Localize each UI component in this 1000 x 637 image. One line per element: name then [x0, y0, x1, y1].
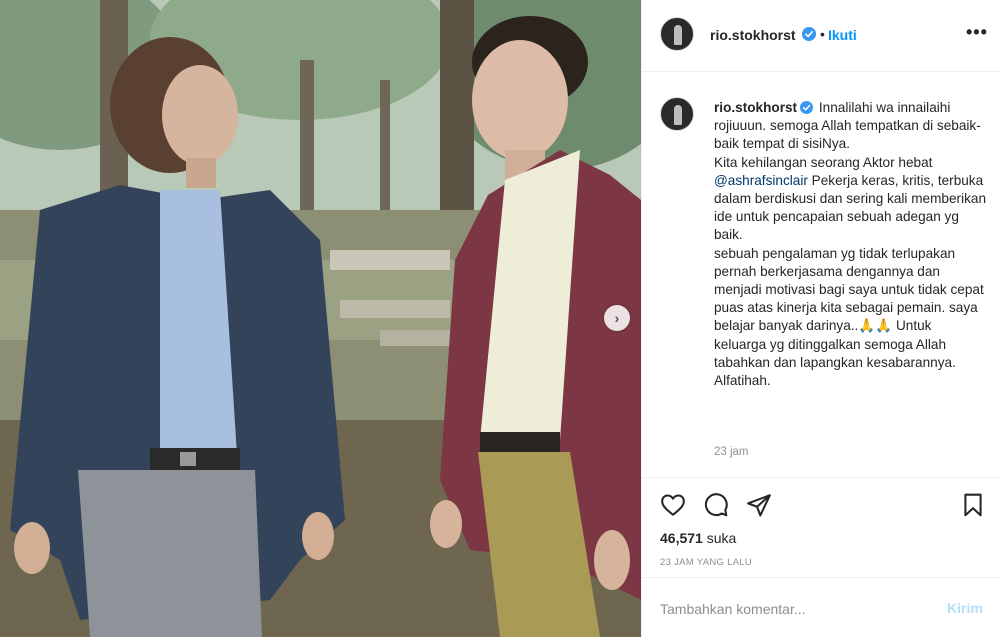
caption-line: Alfatihah. [714, 373, 771, 389]
next-photo-button[interactable]: › [604, 305, 630, 331]
post-sidebar: rio.stokhorst • Ikuti ••• rio.stokhorst … [641, 0, 1000, 637]
comment-icon[interactable] [703, 492, 729, 518]
likes-number: 46,571 [660, 530, 703, 546]
comment-input[interactable] [660, 599, 930, 619]
verified-badge-icon [800, 101, 814, 114]
caption-line: sebuah pengalaman yg tidak terlupakan pe… [714, 245, 984, 370]
post-header: rio.stokhorst • Ikuti ••• [642, 0, 1000, 72]
photo-illustration [0, 0, 641, 637]
post-timestamp[interactable]: 23 JAM YANG LALU [660, 557, 752, 568]
paper-plane-icon[interactable] [746, 492, 772, 518]
caption-text: rio.stokhorst Innalilahi wa innailaihi r… [714, 99, 986, 390]
ellipsis-icon[interactable]: ••• [966, 22, 988, 43]
action-bar: 46,571 suka 23 JAM YANG LALU [642, 478, 1000, 578]
avatar[interactable] [660, 17, 694, 51]
caption-line: Kita kehilangan seorang Aktor hebat [714, 154, 933, 170]
caption-section: rio.stokhorst Innalilahi wa innailaihi r… [642, 73, 1000, 478]
mention-link[interactable]: @ashrafsinclair [714, 173, 808, 188]
caption-username[interactable]: rio.stokhorst [714, 100, 797, 115]
post-comment-button[interactable]: Kirim [947, 600, 983, 616]
comment-form: Kirim [642, 579, 1000, 637]
caption-avatar[interactable] [660, 97, 694, 131]
author-username[interactable]: rio.stokhorst [710, 27, 796, 43]
caption-timestamp[interactable]: 23 jam [714, 446, 749, 458]
likes-label: suka [706, 530, 737, 546]
follow-button[interactable]: Ikuti [828, 27, 857, 43]
heart-icon[interactable] [660, 492, 686, 518]
separator-dot: • [820, 26, 825, 42]
likes-count[interactable]: 46,571 suka [660, 530, 736, 546]
chevron-right-icon: › [614, 310, 620, 326]
post-photo[interactable]: › [0, 0, 641, 637]
bookmark-icon[interactable] [960, 492, 986, 518]
verified-badge-icon [802, 27, 816, 41]
